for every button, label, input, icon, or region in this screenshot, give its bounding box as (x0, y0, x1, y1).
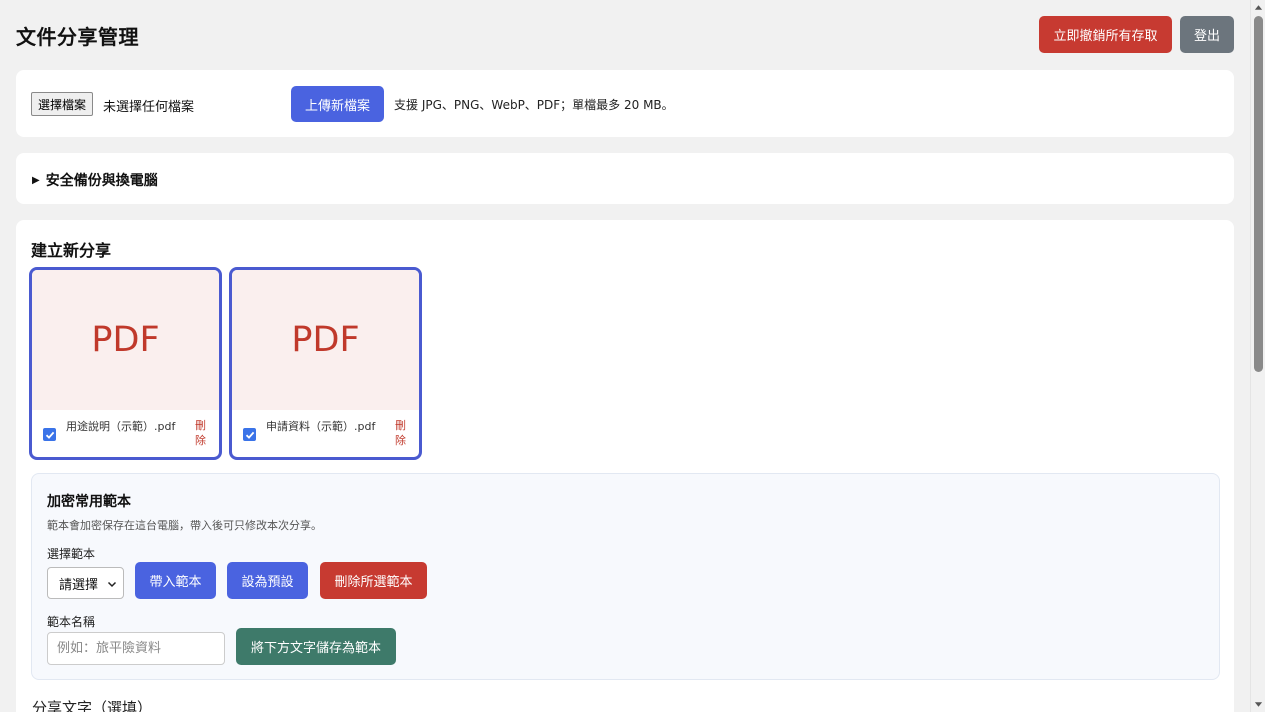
upload-card: 選擇檔案 未選擇任何檔案 上傳新檔案 支援 JPG、PNG、WebP、PDF；單… (16, 70, 1234, 137)
chevron-down-icon (107, 581, 117, 588)
scroll-down-arrow-icon[interactable] (1254, 700, 1263, 709)
upload-new-file-button[interactable]: 上傳新檔案 (291, 86, 384, 122)
pdf-preview-label: PDF (291, 320, 360, 360)
upload-hint: 支援 JPG、PNG、WebP、PDF；單檔最多 20 MB。 (394, 98, 674, 112)
header: 文件分享管理 立即撤銷所有存取 登出 (16, 16, 1234, 54)
file-name: 申請資料（示範）.pdf (266, 420, 376, 433)
file-select-checkbox[interactable] (243, 428, 256, 441)
file-tile-footer: 用途說明（示範）.pdf 刪除 (32, 410, 219, 457)
templates-title: 加密常用範本 (47, 494, 131, 510)
scrollbar-thumb[interactable] (1254, 16, 1263, 372)
file-preview: PDF (232, 270, 419, 410)
save-as-template-button[interactable]: 將下方文字儲存為範本 (236, 628, 396, 665)
select-template-label: 選擇範本 (47, 547, 96, 561)
pdf-preview-label: PDF (91, 320, 160, 360)
backup-card: ▶ 安全備份與換電腦 (16, 153, 1234, 204)
templates-description: 範本會加密保存在這台電腦，帶入後可只修改本次分享。 (47, 519, 322, 532)
logout-button[interactable]: 登出 (1180, 16, 1234, 53)
template-name-label: 範本名稱 (47, 615, 96, 629)
file-tile-footer: 申請資料（示範）.pdf 刪除 (232, 410, 419, 457)
template-select-value: 請選擇 (59, 577, 99, 593)
delete-file-link[interactable]: 刪除 (195, 418, 207, 448)
set-default-button[interactable]: 設為預設 (227, 562, 308, 599)
checkmark-icon (245, 431, 254, 439)
page: 文件分享管理 立即撤銷所有存取 登出 選擇檔案 未選擇任何檔案 上傳新檔案 支援… (0, 0, 1250, 712)
scroll-up-arrow-icon[interactable] (1254, 3, 1263, 12)
share-text-label: 分享文字（選填） (32, 699, 153, 712)
file-tile[interactable]: PDF 申請資料（示範）.pdf 刪除 (229, 267, 422, 460)
backup-toggle[interactable]: ▶ 安全備份與換電腦 (32, 170, 158, 190)
template-name-input[interactable] (47, 632, 225, 665)
templates-panel: 加密常用範本 範本會加密保存在這台電腦，帶入後可只修改本次分享。 選擇範本 請選… (31, 473, 1220, 680)
delete-file-link[interactable]: 刪除 (395, 418, 407, 448)
create-share-card: 建立新分享 PDF 用途說明（示範）.pdf 刪除 PDF 申請資料（示範）.p… (16, 220, 1234, 712)
file-name: 用途說明（示範）.pdf (66, 420, 176, 433)
revoke-all-access-button[interactable]: 立即撤銷所有存取 (1039, 16, 1172, 53)
file-select-checkbox[interactable] (43, 428, 56, 441)
load-template-button[interactable]: 帶入範本 (135, 562, 216, 599)
page-title: 文件分享管理 (16, 25, 139, 49)
file-tile[interactable]: PDF 用途說明（示範）.pdf 刪除 (29, 267, 222, 460)
scrollbar[interactable] (1250, 0, 1265, 712)
choose-file-button[interactable]: 選擇檔案 (31, 92, 94, 116)
no-file-chosen-text: 未選擇任何檔案 (103, 100, 195, 115)
backup-summary-label: 安全備份與換電腦 (45, 173, 158, 189)
delete-selected-template-button[interactable]: 刪除所選範本 (320, 562, 427, 599)
template-select[interactable]: 請選擇 (47, 567, 124, 599)
checkmark-icon (45, 431, 54, 439)
file-preview: PDF (32, 270, 219, 410)
create-share-title: 建立新分享 (31, 241, 112, 260)
triangle-right-icon: ▶ (32, 174, 40, 186)
